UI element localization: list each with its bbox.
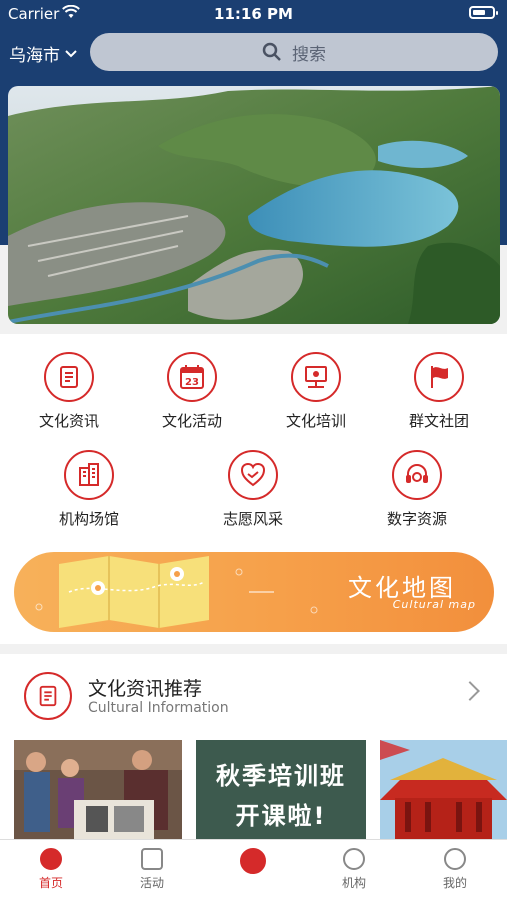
- document-icon: [44, 352, 94, 402]
- search-input[interactable]: 搜索: [90, 33, 498, 71]
- tab-qr-scan[interactable]: [213, 848, 293, 878]
- category-label: 机构场馆: [58, 510, 119, 528]
- category-culture-training[interactable]: 文化培训: [266, 352, 366, 431]
- user-icon: [444, 848, 466, 870]
- category-institutions-venues[interactable]: 机构场馆: [39, 450, 139, 529]
- tab-institutions[interactable]: 机构: [314, 848, 394, 891]
- handshake-icon: [228, 450, 278, 500]
- tab-label: 机构: [341, 876, 366, 890]
- section-title: 文化资讯推荐: [88, 678, 203, 700]
- status-bar: Carrier 11:16 PM: [0, 0, 507, 28]
- training-icon: [291, 352, 341, 402]
- search-placeholder: 搜索: [292, 44, 326, 65]
- cultural-map-subtitle: Cultural map: [392, 598, 476, 611]
- building-icon: [64, 450, 114, 500]
- category-label: 数字资源: [386, 510, 447, 528]
- category-label: 文化资讯: [38, 412, 99, 430]
- news-card-autumn-training[interactable]: 秋季培训班 开课啦!: [196, 740, 366, 840]
- tab-label: 活动: [139, 876, 164, 890]
- headset-icon: [392, 450, 442, 500]
- category-mass-culture-groups[interactable]: 群文社团: [389, 352, 489, 431]
- section-subtitle: Cultural Information: [88, 700, 229, 716]
- news-card-tiananmen[interactable]: [380, 740, 507, 840]
- city-selector[interactable]: 乌海市: [9, 41, 78, 66]
- document-icon: [24, 672, 72, 720]
- tab-activities[interactable]: 活动: [112, 848, 192, 891]
- category-label: 文化活动: [161, 412, 222, 430]
- hero-banner-image[interactable]: [8, 86, 500, 324]
- category-label: 文化培训: [285, 412, 346, 430]
- battery-icon: [469, 6, 498, 19]
- training-card-line2: 开课啦!: [235, 802, 327, 830]
- category-label: 群文社团: [408, 412, 469, 430]
- status-time: 11:16 PM: [214, 5, 293, 23]
- tab-label: 我的: [442, 876, 467, 890]
- category-volunteer-showcase[interactable]: 志愿风采: [203, 450, 303, 529]
- training-card-line1: 秋季培训班: [216, 762, 346, 790]
- category-culture-news[interactable]: 文化资讯: [19, 352, 119, 431]
- calendar-day-text: 23: [185, 377, 199, 388]
- category-label: 志愿风采: [222, 510, 283, 528]
- flag-icon: [414, 352, 464, 402]
- search-icon: [262, 42, 281, 61]
- institution-icon: [343, 848, 365, 870]
- qr-code-icon: [240, 848, 266, 874]
- category-culture-activities[interactable]: 23 文化活动: [142, 352, 242, 431]
- tab-mine[interactable]: 我的: [415, 848, 495, 891]
- chevron-down-icon: [65, 49, 77, 57]
- tab-home[interactable]: 首页: [11, 848, 91, 891]
- bottom-tab-bar: 首页 活动 机构 我的: [0, 839, 507, 901]
- cultural-map-banner[interactable]: 文化地图 Cultural map: [14, 552, 494, 632]
- home-icon: [40, 848, 62, 870]
- activity-icon: [141, 848, 163, 870]
- tab-label: 首页: [38, 876, 63, 890]
- city-label: 乌海市: [9, 46, 60, 66]
- calendar-icon: 23: [167, 352, 217, 402]
- chevron-right-icon[interactable]: [460, 681, 480, 701]
- news-card-photo-people[interactable]: [14, 740, 182, 840]
- category-digital-resources[interactable]: 数字资源: [367, 450, 467, 529]
